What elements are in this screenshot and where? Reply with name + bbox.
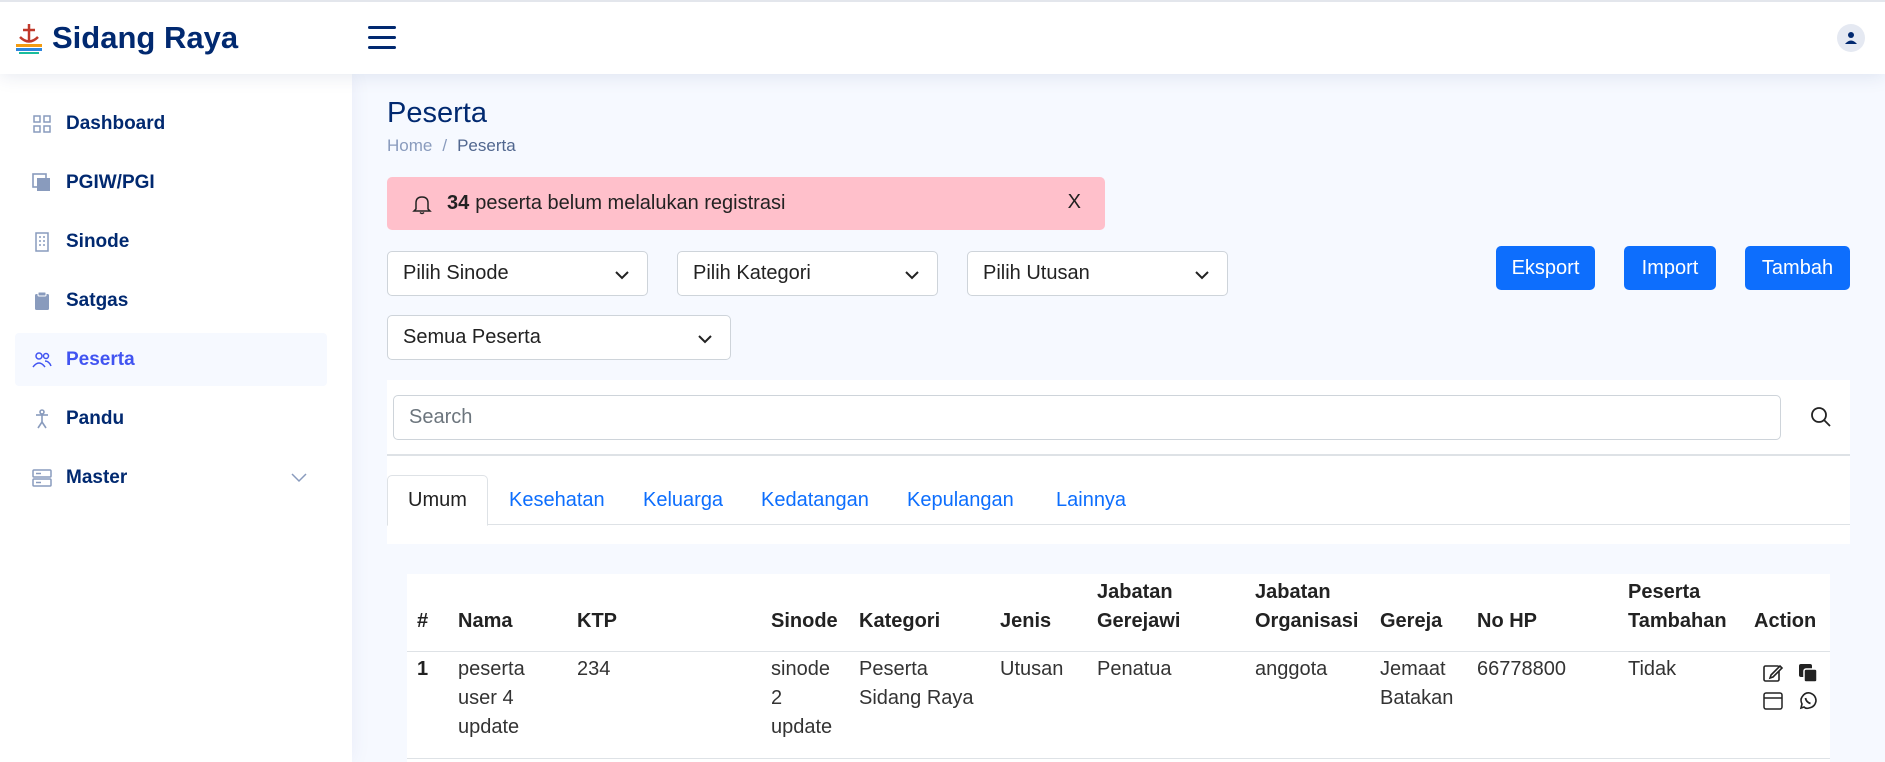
kategori-select-value: Pilih Kategori	[693, 262, 811, 284]
chevron-down-icon[interactable]	[289, 467, 309, 487]
col-header-sinode: Sinode	[771, 610, 838, 632]
chevron-down-icon	[1195, 271, 1209, 280]
top-header: Sidang Raya	[0, 0, 1885, 74]
col-header-action: Action	[1754, 610, 1817, 632]
chevron-down-icon	[905, 271, 919, 280]
col-header-peserta-tambahan: Peserta Tambahan	[1628, 581, 1727, 632]
peserta-card: Search Umum Kesehatan Keluarga Kedatanga…	[387, 380, 1850, 762]
sidebar-item-satgas[interactable]: Satgas	[15, 274, 327, 327]
cell-kategori: Peserta Sidang Raya	[859, 658, 974, 709]
registration-alert: 34 peserta belum melalukan registrasi X	[387, 177, 1105, 230]
add-button[interactable]: Tambah	[1745, 246, 1850, 290]
cell-ktp: 234	[577, 658, 611, 680]
col-header-num: #	[417, 610, 429, 632]
user-avatar[interactable]	[1837, 24, 1865, 52]
cell-peserta-tambahan: Tidak	[1628, 658, 1677, 680]
table-container: # Nama KTP Sinode Kategori Jenis Jabatan…	[387, 544, 1850, 762]
alert-close-button[interactable]: X	[1068, 191, 1081, 214]
utusan-select-value: Pilih Utusan	[983, 262, 1090, 284]
tab-lainnya[interactable]: Lainnya	[1036, 475, 1146, 525]
col-header-ktp: KTP	[577, 610, 617, 632]
sidebar-item-label: Pandu	[66, 407, 125, 429]
alert-count: 34	[447, 192, 470, 214]
grid-icon	[32, 114, 52, 134]
peserta-filter-value: Semua Peserta	[403, 326, 541, 348]
sidebar-item-label: Sinode	[66, 230, 130, 252]
chevron-down-icon	[698, 335, 712, 344]
sidebar-item-label: Satgas	[66, 289, 129, 311]
search-placeholder: Search	[409, 406, 473, 428]
whatsapp-icon[interactable]	[1797, 690, 1819, 712]
row-divider	[407, 758, 1830, 759]
breadcrumb-separator: /	[442, 136, 448, 155]
col-header-kategori: Kategori	[859, 610, 941, 632]
bell-icon	[412, 195, 432, 214]
import-button[interactable]: Import	[1624, 246, 1716, 290]
col-header-jenis: Jenis	[1000, 610, 1052, 632]
stack-icon	[32, 172, 52, 193]
user-icon	[1845, 32, 1857, 44]
cell-jenis: Utusan	[1000, 658, 1064, 680]
cell-gereja: Jemaat Batakan	[1380, 658, 1454, 709]
cell-jabatan-organisasi: anggota	[1255, 658, 1328, 680]
menu-toggle-icon[interactable]	[368, 26, 396, 50]
copy-icon[interactable]	[1797, 662, 1819, 684]
divider	[387, 454, 1850, 456]
app-title: Sidang Raya	[52, 20, 239, 55]
sinode-select-value: Pilih Sinode	[403, 262, 509, 284]
tab-keluarga[interactable]: Keluarga	[623, 475, 743, 525]
tab-bar: Umum Kesehatan Keluarga Kedatangan Kepul…	[387, 475, 1850, 526]
app-logo[interactable]: Sidang Raya	[14, 20, 238, 56]
cell-nohp: 66778800	[1477, 658, 1566, 680]
col-header-nohp: No HP	[1477, 610, 1537, 632]
alert-message: peserta belum melalukan registrasi	[475, 192, 786, 214]
person-icon	[32, 408, 52, 429]
breadcrumb: Home / Peserta	[387, 136, 516, 156]
search-icon[interactable]	[1809, 405, 1833, 429]
export-button[interactable]: Eksport	[1496, 246, 1595, 290]
sidebar-item-sinode[interactable]: Sinode	[15, 215, 327, 268]
clipboard-icon	[32, 291, 52, 311]
people-icon	[32, 350, 52, 370]
sidebar-item-pgiw[interactable]: PGIW/PGI	[15, 156, 327, 209]
sidebar-item-peserta[interactable]: Peserta	[15, 333, 327, 386]
peserta-table: # Nama KTP Sinode Kategori Jenis Jabatan…	[407, 574, 1830, 762]
page-title: Peserta	[387, 97, 487, 129]
sidebar-item-dashboard[interactable]: Dashboard	[15, 97, 327, 150]
logo-icon	[16, 24, 42, 54]
breadcrumb-home[interactable]: Home	[387, 136, 432, 156]
tab-kedatangan[interactable]: Kedatangan	[741, 475, 889, 525]
sidebar-item-pandu[interactable]: Pandu	[15, 392, 327, 445]
utusan-select[interactable]: Pilih Utusan	[967, 251, 1228, 296]
col-header-jabatan-organisasi: Jabatan Organisasi	[1255, 581, 1359, 632]
sidebar-item-label: PGIW/PGI	[66, 171, 155, 193]
peserta-filter-select[interactable]: Semua Peserta	[387, 315, 731, 360]
sidebar-item-label: Peserta	[66, 348, 135, 370]
kategori-select[interactable]: Pilih Kategori	[677, 251, 938, 296]
tab-kepulangan[interactable]: Kepulangan	[887, 475, 1034, 525]
sidebar-item-label: Master	[66, 466, 128, 488]
col-header-jabatan-gerejawi: Jabatan Gerejawi	[1097, 581, 1181, 632]
tab-kesehatan[interactable]: Kesehatan	[489, 475, 625, 525]
sidebar-item-master[interactable]: Master	[15, 451, 327, 504]
cell-jabatan-gerejawi: Penatua	[1097, 658, 1172, 680]
tab-umum[interactable]: Umum	[387, 475, 488, 526]
card-icon[interactable]	[1762, 690, 1784, 712]
chevron-down-icon	[615, 271, 629, 280]
header-divider	[407, 651, 1830, 652]
sidebar: Dashboard PGIW/PGI Sinode Satgas Peserta…	[0, 74, 352, 762]
edit-icon[interactable]	[1762, 662, 1784, 684]
col-header-gereja: Gereja	[1380, 610, 1443, 632]
cell-num: 1	[417, 658, 429, 680]
cell-nama: peserta user 4 update	[458, 658, 525, 738]
search-input[interactable]: Search	[393, 395, 1781, 440]
col-header-nama: Nama	[458, 610, 513, 632]
breadcrumb-current: Peserta	[457, 136, 516, 155]
cell-sinode: sinode 2 update	[771, 658, 833, 738]
sinode-select[interactable]: Pilih Sinode	[387, 251, 648, 296]
server-icon	[32, 468, 52, 488]
sidebar-item-label: Dashboard	[66, 112, 166, 134]
building-icon	[32, 231, 52, 252]
